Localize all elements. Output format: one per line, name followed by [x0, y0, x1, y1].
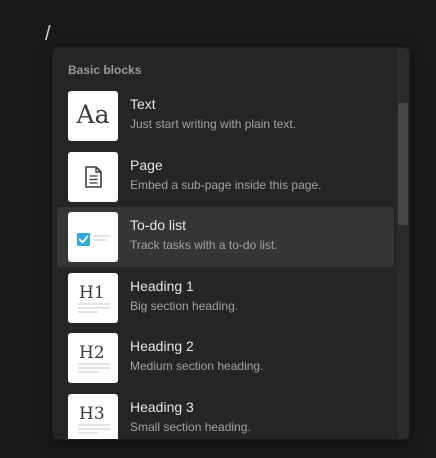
heading-3-icon: H3 [68, 394, 118, 439]
editor-page: / Basic blocks Aa Text Just start writin… [0, 0, 436, 458]
menu-item-heading-2[interactable]: H2 Heading 2 Medium section heading. [57, 328, 394, 388]
menu-item-description: Big section heading. [130, 299, 239, 313]
menu-item-description: Embed a sub-page inside this page. [130, 178, 322, 192]
menu-item-text[interactable]: Aa Text Just start writing with plain te… [57, 86, 394, 146]
menu-item-label: Heading 1 [130, 278, 194, 294]
menu-item-label: Heading 2 [130, 338, 194, 354]
menu-item-heading-3[interactable]: H3 Heading 3 Small section heading. [57, 389, 394, 439]
checkbox-icon [68, 212, 118, 262]
heading-1-icon-glyph: H1 [79, 283, 105, 303]
menu-item-label: Heading 3 [130, 399, 194, 415]
menu-item-description: Medium section heading. [130, 359, 264, 373]
slash-command-text[interactable]: / [45, 20, 51, 48]
menu-item-heading-1[interactable]: H1 Heading 1 Big section heading. [57, 268, 394, 328]
heading-2-icon-glyph: H2 [79, 343, 105, 363]
menu-item-description: Small section heading. [130, 420, 251, 434]
menu-item-description: Track tasks with a to-do list. [130, 238, 278, 252]
menu-item-description: Just start writing with plain text. [130, 117, 297, 131]
slash-command-menu: Basic blocks Aa Text Just start writing … [53, 48, 409, 439]
heading-1-icon: H1 [68, 273, 118, 323]
menu-item-todo-list[interactable]: To-do list Track tasks with a to-do list… [57, 207, 394, 267]
menu-item-label: Page [130, 157, 163, 173]
menu-scrollbar-thumb[interactable] [398, 103, 408, 225]
heading-3-icon-glyph: H3 [79, 404, 105, 424]
menu-item-label: Text [130, 96, 156, 112]
page-icon [68, 152, 118, 202]
text-icon-glyph: Aa [76, 100, 110, 129]
heading-2-icon: H2 [68, 333, 118, 383]
text-icon: Aa [68, 91, 118, 141]
menu-item-page[interactable]: Page Embed a sub-page inside this page. [57, 147, 394, 207]
menu-item-label: To-do list [130, 217, 187, 233]
section-title-basic-blocks: Basic blocks [68, 63, 142, 77]
